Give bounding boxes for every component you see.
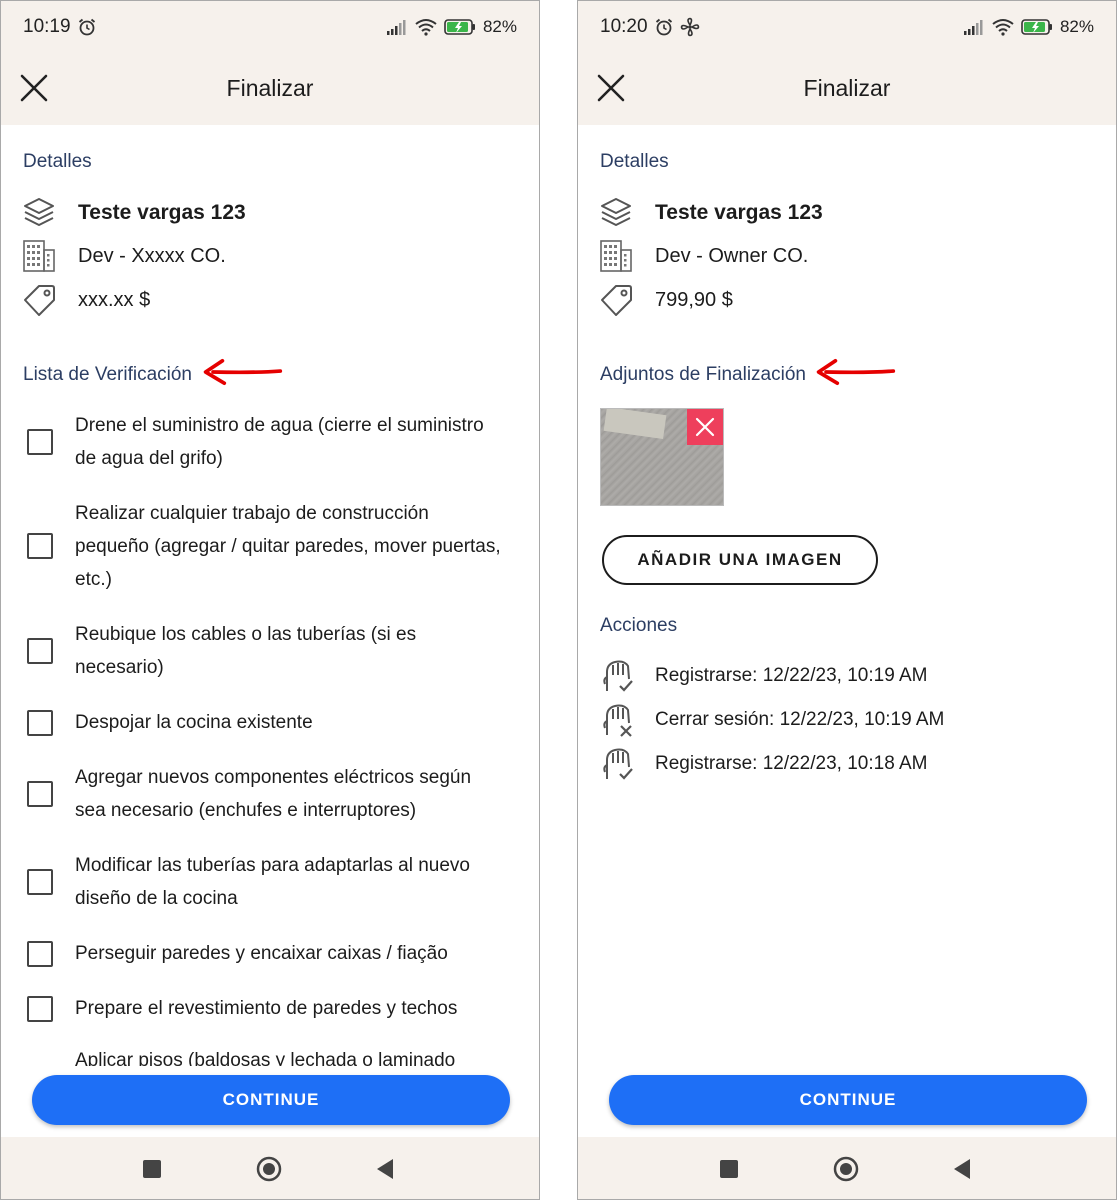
layers-icon bbox=[598, 195, 634, 231]
detail-company: Dev - Owner CO. bbox=[598, 238, 808, 274]
action-log-text: Registrarse: 12/22/23, 10:18 AM bbox=[655, 753, 928, 774]
clock-out-icon bbox=[598, 701, 638, 741]
alarm-icon bbox=[654, 17, 674, 37]
checklist-item-text: Modificar las tuberías para adaptarlas a… bbox=[75, 855, 471, 909]
price-value: 799,90 $ bbox=[655, 288, 733, 311]
price-value: xxx.xx $ bbox=[78, 288, 151, 311]
checklist-item-text: Agregar nuevos componentes eléctricos se… bbox=[75, 767, 472, 821]
job-title: Teste vargas 123 bbox=[78, 201, 246, 224]
checkbox[interactable] bbox=[27, 638, 53, 664]
detail-job-title: Teste vargas 123 bbox=[598, 195, 823, 231]
wifi-icon bbox=[992, 18, 1014, 36]
status-bar: 10:19 82% bbox=[1, 1, 539, 53]
continue-button[interactable]: CONTINUE bbox=[32, 1075, 510, 1125]
detail-price: 799,90 $ bbox=[598, 282, 733, 318]
detail-price: xxx.xx $ bbox=[21, 282, 150, 318]
checklist-item-text: Realizar cualquier trabajo de construcci… bbox=[75, 503, 501, 590]
checklist-item-text: Perseguir paredes y encaixar caixas / fi… bbox=[75, 943, 448, 964]
company-name: Dev - Xxxxx CO. bbox=[78, 244, 226, 267]
battery-percent: 82% bbox=[482, 17, 517, 36]
clock-in-icon bbox=[598, 657, 638, 697]
price-tag-icon bbox=[598, 282, 634, 318]
attachments-section-label: Adjuntos de Finalización bbox=[600, 364, 806, 385]
checkbox[interactable] bbox=[27, 941, 53, 967]
job-title: Teste vargas 123 bbox=[655, 201, 823, 224]
phone-screen-attachments: 10:20 82% Finalizar Detalles Teste varga… bbox=[577, 0, 1117, 1200]
action-log-text: Registrarse: 12/22/23, 10:19 AM bbox=[655, 665, 928, 686]
checklist-item-text: Prepare el revestimiento de paredes y te… bbox=[75, 998, 458, 1019]
fan-icon bbox=[680, 17, 700, 37]
attachment-thumbnail[interactable] bbox=[600, 408, 724, 506]
checkbox[interactable] bbox=[27, 710, 53, 736]
system-nav-bar bbox=[578, 1137, 1116, 1199]
status-time: 10:19 bbox=[23, 16, 71, 37]
action-log-item: Cerrar sesión: 12/22/23, 10:19 AM bbox=[598, 701, 1078, 741]
checkbox[interactable] bbox=[27, 781, 53, 807]
action-log-item: Registrarse: 12/22/23, 10:19 AM bbox=[598, 657, 1078, 697]
page-title: Finalizar bbox=[803, 75, 891, 101]
delete-attachment-button[interactable] bbox=[687, 409, 723, 445]
checklist-item[interactable]: Aplicar pisos (baldosas y lechada o lami… bbox=[27, 1046, 507, 1066]
checklist-item-text: Drene el suministro de agua (cierre el s… bbox=[75, 415, 484, 469]
battery-icon bbox=[1021, 18, 1053, 36]
close-icon bbox=[695, 417, 715, 437]
price-tag-icon bbox=[21, 282, 57, 318]
system-nav-bar bbox=[1, 1137, 539, 1199]
wifi-icon bbox=[415, 18, 437, 36]
back-icon[interactable] bbox=[372, 1155, 400, 1183]
alarm-icon bbox=[77, 17, 97, 37]
signal-icon bbox=[386, 19, 408, 35]
action-log-item: Registrarse: 12/22/23, 10:18 AM bbox=[598, 745, 1078, 785]
detail-company: Dev - Xxxxx CO. bbox=[21, 238, 226, 274]
company-name: Dev - Owner CO. bbox=[655, 244, 809, 267]
checkbox[interactable] bbox=[27, 533, 53, 559]
app-header: Finalizar bbox=[578, 53, 1116, 125]
battery-percent: 82% bbox=[1059, 17, 1094, 36]
thumbnail-photo-detail bbox=[603, 409, 667, 440]
clock-in-icon bbox=[598, 745, 638, 785]
signal-icon bbox=[963, 19, 985, 35]
building-icon bbox=[21, 238, 57, 274]
action-log-text: Cerrar sesión: 12/22/23, 10:19 AM bbox=[655, 709, 945, 730]
add-image-button[interactable]: AÑADIR UNA IMAGEN bbox=[602, 535, 878, 585]
building-icon bbox=[598, 238, 634, 274]
checkbox[interactable] bbox=[27, 996, 53, 1022]
page-title: Finalizar bbox=[226, 75, 314, 101]
checkbox[interactable] bbox=[27, 869, 53, 895]
continue-button[interactable]: CONTINUE bbox=[609, 1075, 1087, 1125]
checklist-section-label: Lista de Verificación bbox=[23, 364, 192, 385]
checklist-item-text: Despojar la cocina existente bbox=[75, 712, 313, 733]
checkbox[interactable] bbox=[27, 429, 53, 455]
details-section-label: Detalles bbox=[600, 151, 669, 172]
status-bar: 10:20 82% bbox=[578, 1, 1116, 53]
back-icon[interactable] bbox=[949, 1155, 977, 1183]
detail-job-title: Teste vargas 123 bbox=[21, 195, 246, 231]
annotation-arrow-icon bbox=[199, 358, 285, 386]
checklist-item-text: Aplicar pisos (baldosas y lechada o lami… bbox=[75, 1050, 456, 1066]
recent-apps-icon[interactable] bbox=[715, 1155, 743, 1183]
status-time: 10:20 bbox=[600, 16, 648, 37]
home-icon[interactable] bbox=[832, 1155, 860, 1183]
annotation-arrow-icon bbox=[812, 358, 898, 386]
scroll-content[interactable]: Detalles Teste vargas 123 Dev - Owner CO… bbox=[578, 125, 1116, 1137]
details-section-label: Detalles bbox=[23, 151, 92, 172]
app-header: Finalizar bbox=[1, 53, 539, 125]
recent-apps-icon[interactable] bbox=[138, 1155, 166, 1183]
scroll-content[interactable]: Detalles Teste vargas 123 Dev - Xxxxx CO… bbox=[1, 125, 539, 1137]
layers-icon bbox=[21, 195, 57, 231]
checklist-item-text: Reubique los cables o las tuberías (si e… bbox=[75, 624, 417, 678]
actions-section-label: Acciones bbox=[600, 615, 678, 636]
phone-screen-checklist: 10:19 82% Finalizar Detalles Teste varga… bbox=[0, 0, 540, 1200]
battery-icon bbox=[444, 18, 476, 36]
home-icon[interactable] bbox=[255, 1155, 283, 1183]
